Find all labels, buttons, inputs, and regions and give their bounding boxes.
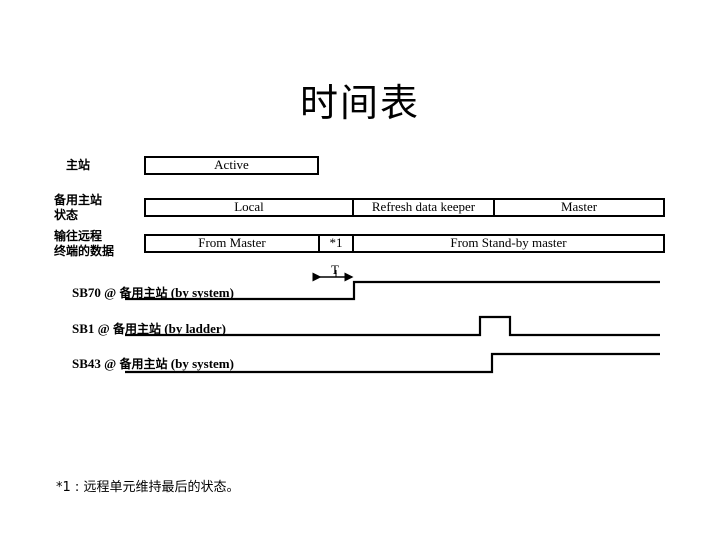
signal-name: SB1 xyxy=(72,321,95,336)
signal-at: @ xyxy=(104,356,117,371)
signal-source: (by system) xyxy=(170,356,234,371)
footnote-separator: : xyxy=(74,480,80,495)
signal-label-sb1: SB1 @ 备用主站 (by ladder) xyxy=(72,320,226,337)
signal-label-sb43: SB43 @ 备用主站 (by system) xyxy=(72,355,234,372)
footnote-marker: *1 xyxy=(56,480,71,495)
signal-source: (by system) xyxy=(170,285,234,300)
signal-at: @ xyxy=(97,321,110,336)
signal-label-sb70: SB70 @ 备用主站 (by system) xyxy=(72,284,234,301)
signal-source: (by ladder) xyxy=(164,321,227,336)
signal-station: 备用主站 xyxy=(113,322,162,336)
footnote-text: 远程单元维持最后的状态。 xyxy=(83,480,240,495)
signal-name: SB43 xyxy=(72,356,101,371)
timing-waveforms xyxy=(125,270,660,374)
signal-name: SB70 xyxy=(72,285,101,300)
signal-at: @ xyxy=(104,285,117,300)
signal-station: 备用主站 xyxy=(119,357,168,371)
interval-label: T xyxy=(331,262,339,277)
footnote: *1 : 远程单元维持最后的状态。 xyxy=(56,476,239,495)
signal-station: 备用主站 xyxy=(119,286,168,300)
